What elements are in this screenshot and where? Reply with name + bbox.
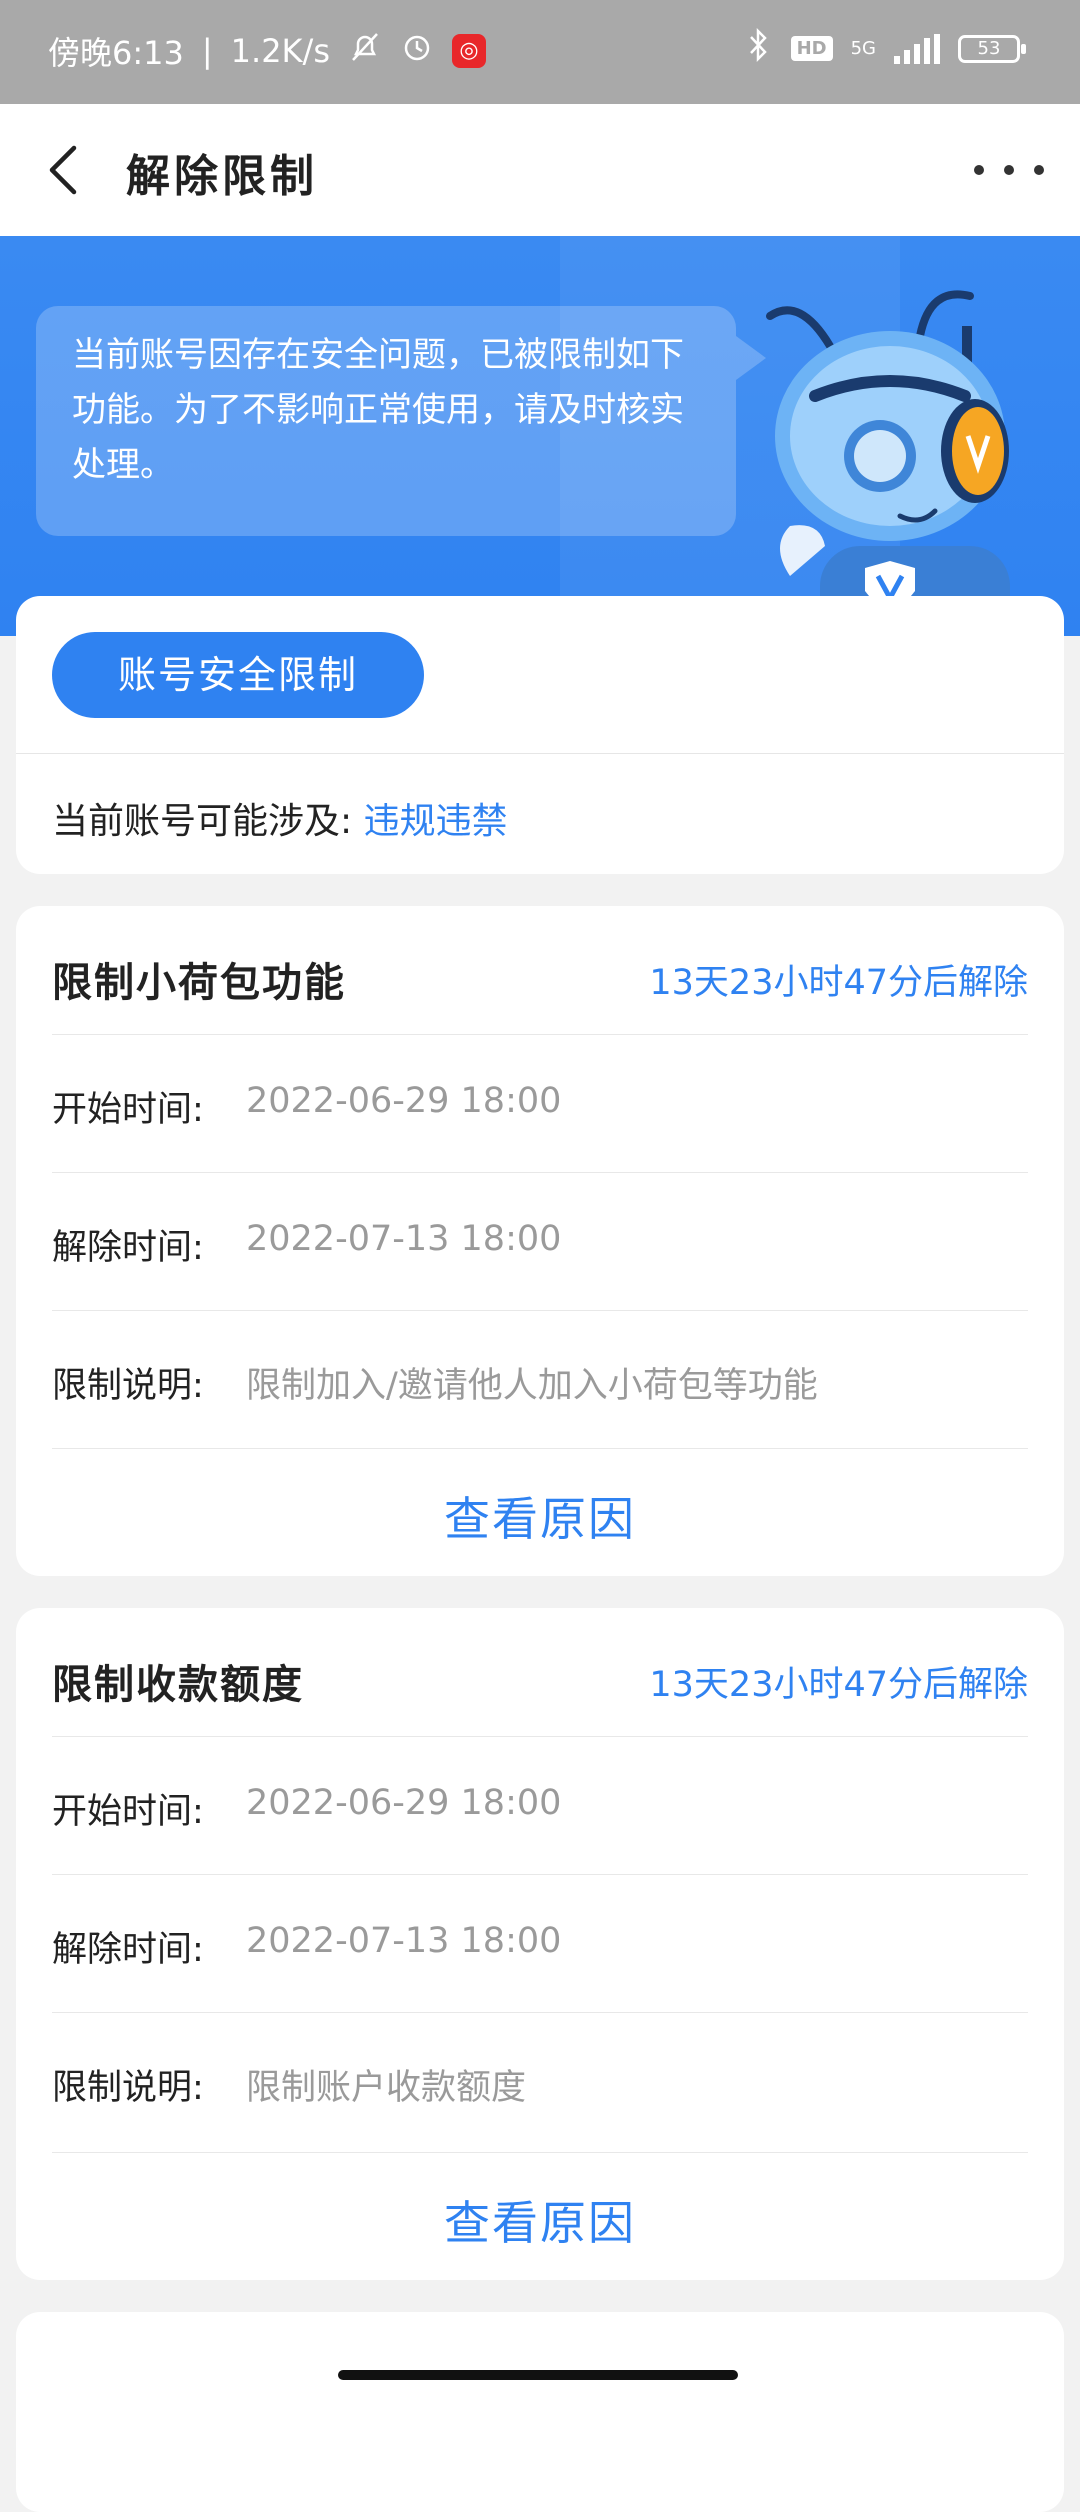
more-options-button[interactable] xyxy=(974,140,1044,200)
involves-line: 当前账号可能涉及: 违规违禁 xyxy=(52,792,508,844)
chevron-left-icon xyxy=(49,145,77,195)
end-time-label: 解除时间: xyxy=(52,1930,204,1970)
account-restriction-card: 账号安全限制 当前账号可能涉及: 违规违禁 xyxy=(16,596,1064,874)
app-header: 解除限制 xyxy=(0,104,1080,236)
description-value: 限制账户收款额度 xyxy=(246,2068,527,2108)
mute-icon xyxy=(348,30,382,72)
end-time-row: 解除时间: 2022-07-13 18:00 xyxy=(52,1874,1028,2013)
end-time-label: 解除时间: xyxy=(52,1228,204,1268)
start-time-row: 开始时间: 2022-06-29 18:00 xyxy=(52,1736,1028,1875)
description-row: 限制说明: 限制加入/邀请他人加入小荷包等功能 xyxy=(52,1310,1028,1449)
status-bar: 傍晚6:13 | 1.2K/s ◎ HD 5G 53 xyxy=(0,0,1080,104)
restriction-title: 限制收款额度 xyxy=(52,1662,304,1708)
alarm-icon xyxy=(400,30,434,72)
restriction-card-partial xyxy=(16,2312,1064,2512)
end-time-value: 2022-07-13 18:00 xyxy=(246,1921,562,1961)
description-label: 限制说明: xyxy=(52,1366,204,1406)
home-indicator[interactable] xyxy=(338,2370,738,2380)
start-time-label: 开始时间: xyxy=(52,1090,204,1130)
network-type: 5G xyxy=(850,38,876,59)
end-time-row: 解除时间: 2022-07-13 18:00 xyxy=(52,1172,1028,1311)
battery-icon: 53 xyxy=(958,34,1026,63)
description-value: 限制加入/邀请他人加入小荷包等功能 xyxy=(246,1366,818,1406)
start-time-label: 开始时间: xyxy=(52,1792,204,1832)
end-time-value: 2022-07-13 18:00 xyxy=(246,1219,562,1259)
restriction-countdown: 13天23小时47分后解除 xyxy=(649,963,1028,1003)
page-title: 解除限制 xyxy=(126,151,318,202)
network-speed: 1.2K/s xyxy=(230,32,330,70)
restriction-title: 限制小荷包功能 xyxy=(52,960,346,1006)
security-banner: 当前账号因存在安全问题，已被限制如下功能。为了不影响正常使用，请及时核实处理。 xyxy=(0,236,1080,636)
netease-music-icon: ◎ xyxy=(451,34,486,68)
description-label: 限制说明: xyxy=(52,2068,204,2108)
robot-mascot-icon xyxy=(766,290,1010,636)
description-row: 限制说明: 限制账户收款额度 xyxy=(52,2012,1028,2151)
account-security-restriction-button[interactable]: 账号安全限制 xyxy=(52,632,424,718)
reason-row: 查看原因 xyxy=(52,1448,1028,1577)
banner-message: 当前账号因存在安全问题，已被限制如下功能。为了不影响正常使用，请及时核实处理。 xyxy=(36,306,766,536)
start-time-row: 开始时间: 2022-06-29 18:00 xyxy=(52,1034,1028,1173)
violation-link[interactable]: 违规违禁 xyxy=(364,801,508,842)
bluetooth-icon xyxy=(743,27,773,69)
status-divider: | xyxy=(201,32,213,70)
restriction-card: 限制小荷包功能 13天23小时47分后解除 开始时间: 2022-06-29 1… xyxy=(16,906,1064,1576)
hd-badge: HD xyxy=(790,36,833,61)
restriction-card: 限制收款额度 13天23小时47分后解除 开始时间: 2022-06-29 18… xyxy=(16,1608,1064,2280)
involves-label: 当前账号可能涉及: xyxy=(52,801,353,842)
signal-icon xyxy=(894,33,940,64)
start-time-value: 2022-06-29 18:00 xyxy=(246,1783,562,1823)
back-button[interactable] xyxy=(36,140,96,200)
restriction-countdown: 13天23小时47分后解除 xyxy=(649,1665,1028,1705)
start-time-value: 2022-06-29 18:00 xyxy=(246,1081,562,1121)
divider xyxy=(16,753,1064,754)
view-reason-link[interactable]: 查看原因 xyxy=(52,2187,1028,2253)
clock: 傍晚6:13 xyxy=(48,34,184,72)
reason-row: 查看原因 xyxy=(52,2152,1028,2281)
view-reason-link[interactable]: 查看原因 xyxy=(52,1483,1028,1549)
